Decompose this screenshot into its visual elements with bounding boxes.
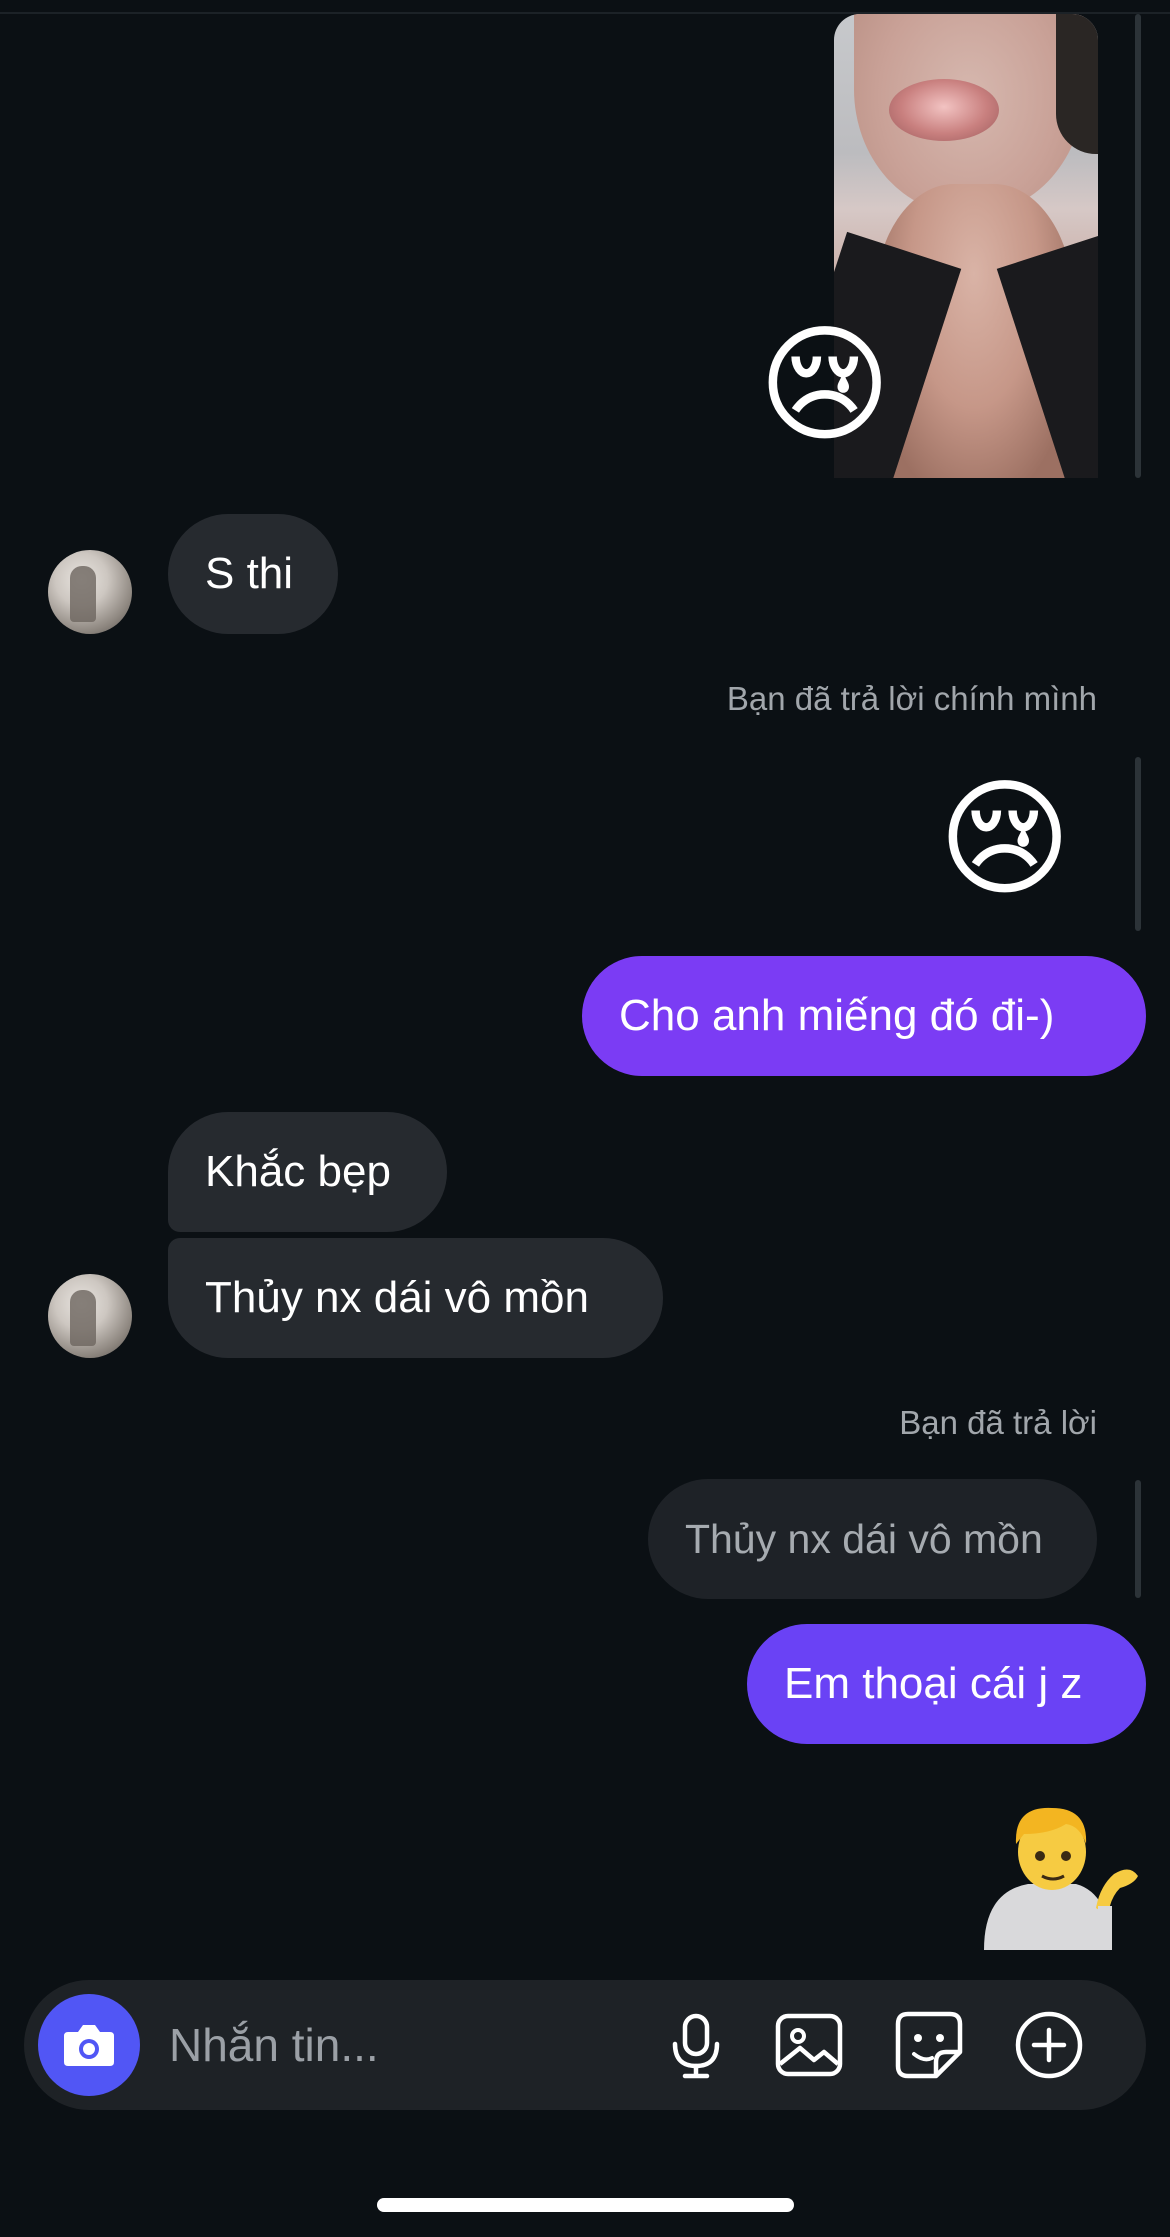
home-indicator[interactable] [377, 2198, 794, 2212]
gallery-icon[interactable] [770, 2006, 848, 2084]
crying-face-reaction-icon: 😢 [758, 311, 892, 460]
sticker-icon[interactable] [890, 2006, 968, 2084]
outgoing-message-bubble[interactable]: Em thoại cái j z [747, 1624, 1146, 1744]
photo-hair [1056, 14, 1098, 154]
photo-lips [889, 79, 999, 141]
camera-button[interactable] [38, 1994, 140, 2096]
camera-icon [64, 2025, 114, 2066]
plus-icon[interactable] [1010, 2006, 1088, 2084]
reply-meta-label: Bạn đã trả lời chính mình [726, 680, 1097, 717]
person-tipping-hand-icon [984, 1807, 1138, 1950]
crying-face-quote-icon: 😢 [938, 765, 1072, 914]
outgoing-message-bubble[interactable]: Cho anh miếng đó đi-) [582, 956, 1146, 1076]
contact-avatar[interactable] [48, 1274, 132, 1358]
microphone-icon[interactable] [657, 2006, 735, 2084]
reply-indicator-bar [1135, 14, 1141, 478]
contact-avatar[interactable] [48, 550, 132, 634]
message-composer: Nhắn tin... [24, 1980, 1146, 2110]
quoted-reply-bubble[interactable]: Thủy nx dái vô mồn [648, 1479, 1097, 1599]
incoming-message-bubble[interactable]: Khắc bẹp [168, 1112, 447, 1232]
reply-meta-label: Bạn đã trả lời [899, 1404, 1097, 1441]
incoming-message-bubble[interactable]: Thủy nx dái vô mồn [168, 1238, 663, 1358]
reply-indicator-bar [1135, 1480, 1141, 1598]
reply-indicator-bar [1135, 757, 1141, 931]
incoming-message-bubble[interactable]: S thi [168, 514, 338, 634]
message-input[interactable]: Nhắn tin... [169, 1980, 649, 2110]
